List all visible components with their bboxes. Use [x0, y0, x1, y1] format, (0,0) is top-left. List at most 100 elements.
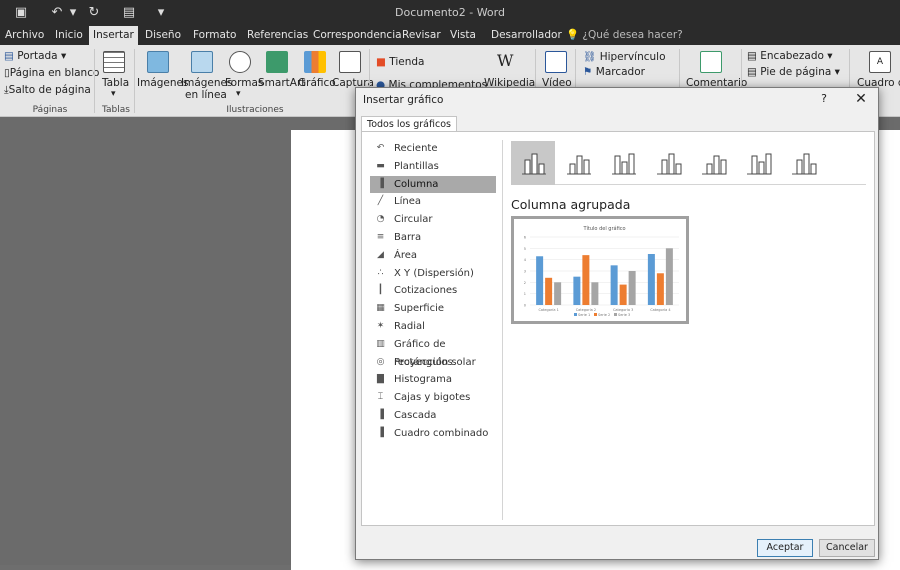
- store-button[interactable]: ■ Tienda: [376, 56, 425, 68]
- chart-type-item[interactable]: ▇ Histograma: [370, 371, 496, 389]
- bar: [536, 256, 544, 305]
- y-tick-label: 0: [524, 304, 526, 308]
- footer-button[interactable]: ▤ Pie de página ▾: [747, 66, 840, 78]
- shapes-icon: [229, 51, 251, 73]
- tab-formato[interactable]: Formato: [189, 26, 240, 45]
- bar-chart-icon: ≡: [376, 231, 385, 242]
- chart-button[interactable]: Gráfico: [298, 77, 336, 89]
- preview-chart: Título del gráfico 0 1 2 3 4 5 6 Categoría 1 Cate…: [524, 225, 679, 317]
- tab-inicio[interactable]: Inicio: [51, 26, 87, 45]
- chart-type-label: Columna: [394, 178, 439, 190]
- chart-type-label: Cascada: [394, 409, 437, 421]
- blank-page-button[interactable]: ▯Página en blanco: [4, 67, 99, 79]
- chart-type-item[interactable]: ▐ Columna: [370, 175, 496, 194]
- histogram-chart-icon: ▇: [377, 374, 384, 385]
- close-icon: ✕: [855, 91, 867, 107]
- column-chart-icon: ▐: [377, 178, 384, 189]
- waterfall-chart-icon: ▐: [377, 409, 384, 420]
- tab-vista[interactable]: Vista: [446, 26, 480, 45]
- shapes-dropdown-icon: ▾: [236, 89, 241, 99]
- legend-label: Serie 2: [598, 313, 610, 317]
- tell-me-search[interactable]: 💡 ¿Qué desea hacer?: [566, 26, 683, 45]
- chart-type-label: Cajas y bigotes: [394, 392, 471, 404]
- link-icon: ⛓: [583, 51, 597, 63]
- treemap-chart-icon: ▥: [376, 338, 385, 349]
- wikipedia-icon: W: [497, 51, 514, 70]
- chart-type-label: Radial: [394, 320, 425, 332]
- store-icon: ■: [376, 56, 386, 68]
- subtype-clustered-column[interactable]: [511, 141, 555, 185]
- legend-swatch: [594, 313, 597, 316]
- hyperlink-button[interactable]: ⛓ Hipervínculo: [583, 50, 666, 63]
- line-chart-icon: ╱: [377, 196, 384, 207]
- chart-type-label: Cuadro combinado: [394, 427, 489, 439]
- chart-subtype-gallery: [511, 141, 866, 185]
- chart-type-item[interactable]: ⌶ Cajas y bigotes: [370, 389, 496, 407]
- chart-type-item[interactable]: ┃ Cotizaciones: [370, 282, 496, 300]
- tab-archivo[interactable]: Archivo: [1, 26, 48, 45]
- chart-type-item[interactable]: ▥ Gráfico de rectángulos: [370, 336, 496, 368]
- bar: [582, 255, 590, 305]
- ok-button[interactable]: Aceptar: [757, 539, 813, 557]
- chart-type-label: Barra: [394, 231, 422, 243]
- table-button[interactable]: Tabla: [102, 77, 129, 89]
- chart-type-item[interactable]: ▐ Cuadro combinado: [370, 425, 496, 443]
- cancel-button[interactable]: Cancelar: [819, 539, 875, 557]
- chart-icon: [304, 51, 326, 73]
- chart-type-item[interactable]: ↶ Reciente: [370, 140, 496, 158]
- chart-type-item[interactable]: ▐ Cascada: [370, 407, 496, 425]
- scatter-chart-icon: ∴: [377, 267, 384, 278]
- bar: [573, 276, 581, 305]
- cover-page-button[interactable]: ▤ Portada ▾: [4, 50, 66, 62]
- chart-preview[interactable]: Título del gráfico 0 1 2 3 4 5 6 Categoría 1 Cate…: [511, 216, 689, 324]
- tab-insertar[interactable]: Insertar: [89, 26, 138, 45]
- y-tick-label: 3: [524, 270, 526, 274]
- subtype-3d-stacked-column-icon: [702, 155, 727, 175]
- header-icon: ▤: [747, 50, 757, 62]
- lightbulb-icon: 💡: [566, 29, 583, 41]
- video-icon: [545, 51, 567, 73]
- chart-type-item[interactable]: ▦ Superficie: [370, 300, 496, 318]
- chart-type-item[interactable]: ✶ Radial: [370, 318, 496, 336]
- subtype-100-stacked-column[interactable]: [601, 141, 645, 185]
- subtype-3d-column[interactable]: [781, 141, 825, 185]
- tab-revisar[interactable]: Revisar: [398, 26, 445, 45]
- header-button[interactable]: ▤ Encabezado ▾: [747, 50, 833, 62]
- y-tick-label: 2: [524, 281, 526, 285]
- help-button[interactable]: ?: [817, 92, 831, 108]
- chart-type-item[interactable]: ╱ Línea: [370, 193, 496, 211]
- chart-type-label: Reciente: [394, 143, 438, 154]
- subtype-stacked-column[interactable]: [556, 141, 600, 185]
- legend-swatch: [614, 313, 617, 316]
- subtype-3d-100-stacked-column[interactable]: [736, 141, 780, 185]
- close-button[interactable]: ✕: [852, 90, 870, 108]
- chart-type-item[interactable]: ≡ Barra: [370, 229, 496, 247]
- screenshot-icon: [339, 51, 361, 73]
- x-tick-label: Categoría 2: [576, 308, 596, 312]
- box-whisker-chart-icon: ⌶: [377, 392, 384, 403]
- comment-icon: [700, 51, 722, 73]
- x-tick-label: Categoría 1: [538, 308, 558, 312]
- subtype-3d-clustered-column-icon: [657, 153, 682, 175]
- tab-diseno[interactable]: Diseño: [141, 26, 185, 45]
- chart-type-item[interactable]: ∴ X Y (Dispersión): [370, 265, 496, 283]
- window-title: Documento2 - Word: [395, 6, 505, 19]
- subtype-3d-stacked-column[interactable]: [691, 141, 735, 185]
- dialog-panel: ↶ Reciente ▬ Plantillas ▐ Columna ╱ Línea ◔ Circu…: [361, 131, 875, 526]
- tab-referencias[interactable]: Referencias: [243, 26, 312, 45]
- subtype-3d-clustered-column[interactable]: [646, 141, 690, 185]
- tab-correspondencia[interactable]: Correspondencia: [309, 26, 406, 45]
- subtype-3d-100-stacked-column-icon: [747, 153, 772, 175]
- chart-type-item[interactable]: ◎ Proyección solar: [370, 354, 496, 372]
- tab-desarrollador[interactable]: Desarrollador: [487, 26, 566, 45]
- bookmark-button[interactable]: ⚑ Marcador: [583, 66, 645, 78]
- subtype-100-stacked-column-icon: [612, 153, 636, 175]
- chart-type-item[interactable]: ◢ Área: [370, 247, 496, 265]
- bar: [665, 248, 673, 305]
- page-break-button[interactable]: ⤓Salto de página: [4, 84, 91, 97]
- folder-icon: ▬: [376, 160, 385, 171]
- table-dropdown-icon: ▾: [111, 89, 116, 99]
- chart-type-item[interactable]: ▬ Plantillas: [370, 158, 496, 176]
- tab-all-charts[interactable]: Todos los gráficos: [361, 116, 457, 132]
- chart-type-item[interactable]: ◔ Circular: [370, 211, 496, 229]
